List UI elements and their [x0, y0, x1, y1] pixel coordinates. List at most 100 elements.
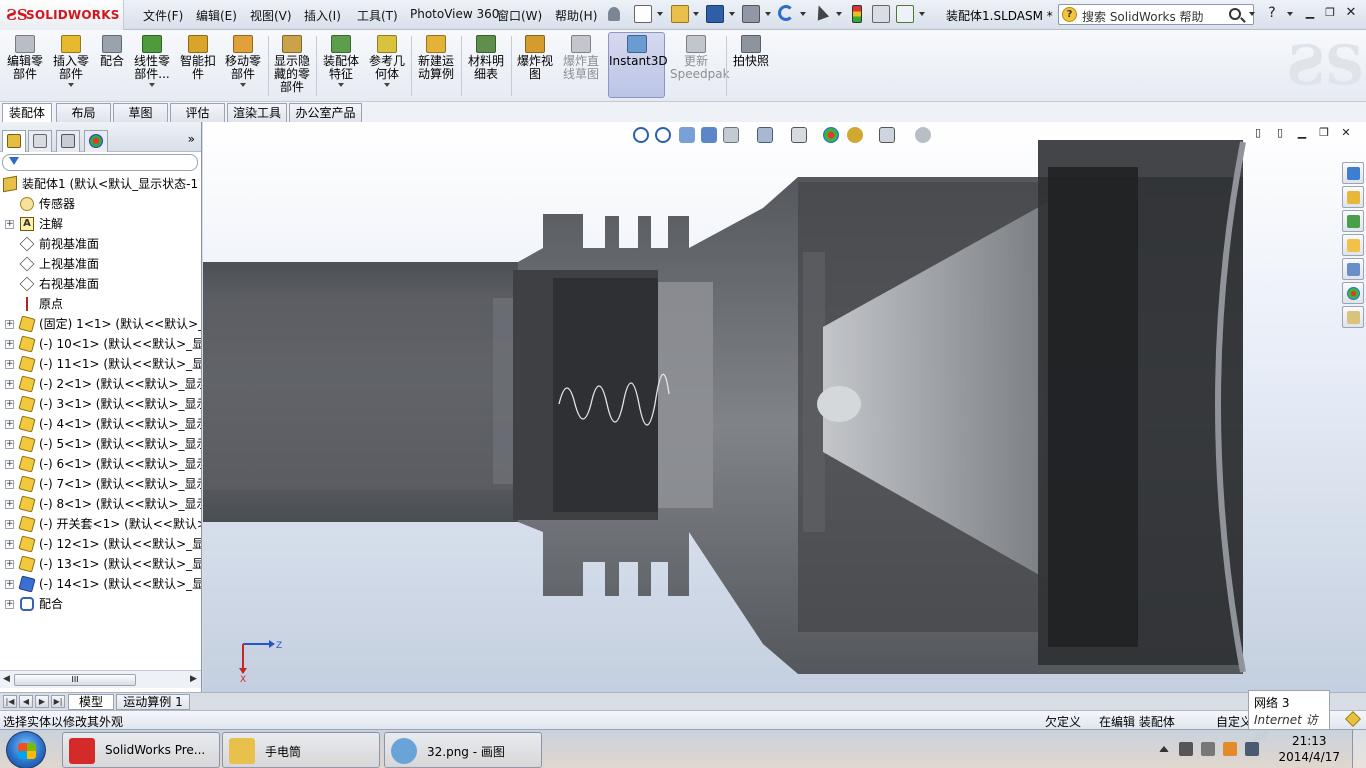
- tree-item[interactable]: + (-) 7<1> (默认<<默认>_显示: [0, 474, 201, 494]
- solidworks-logo[interactable]: ƧS SOLIDWORKS: [0, 0, 124, 30]
- clock[interactable]: 21:13 2014/4/17: [1278, 733, 1340, 765]
- scroll-right-icon[interactable]: ▶: [190, 674, 197, 684]
- tree-item[interactable]: + (-) 2<1> (默认<<默认>_显示: [0, 374, 201, 394]
- expand-icon[interactable]: +: [5, 460, 14, 469]
- tree-item[interactable]: + (-) 6<1> (默认<<默认>_显示: [0, 454, 201, 474]
- file-properties-icon[interactable]: [872, 5, 890, 23]
- select-dropdown-icon[interactable]: [836, 12, 842, 16]
- new-dropdown-icon[interactable]: [657, 12, 663, 16]
- expand-icon[interactable]: +: [5, 420, 14, 429]
- move-component-dropdown-icon[interactable]: [240, 83, 246, 87]
- zoom-to-area-icon[interactable]: [655, 127, 671, 143]
- menu-file[interactable]: 文件(F): [143, 7, 183, 24]
- expand-icon[interactable]: +: [5, 360, 14, 369]
- expand-icon[interactable]: +: [5, 400, 14, 409]
- menu-view[interactable]: 视图(V): [250, 7, 292, 24]
- tree-item[interactable]: + (-) 13<1> (默认<<默认>_显示: [0, 554, 201, 574]
- display-style-icon[interactable]: [791, 127, 807, 143]
- doc-restore-icon[interactable]: ❐: [1316, 126, 1332, 140]
- tree-item[interactable]: + (-) 11<1> (默认<<默认>_显示: [0, 354, 201, 374]
- new-document-icon[interactable]: [634, 5, 652, 23]
- undo-icon[interactable]: [778, 5, 794, 21]
- tab-model[interactable]: 模型: [68, 694, 114, 710]
- explode-line-sketch-button[interactable]: 爆炸直 线草图: [558, 33, 604, 81]
- options-dropdown-icon[interactable]: [919, 12, 925, 16]
- task-pane-design-library[interactable]: [1342, 210, 1364, 232]
- expand-icon[interactable]: +: [5, 340, 14, 349]
- tree-item[interactable]: + (-) 5<1> (默认<<默认>_显示: [0, 434, 201, 454]
- task-folder[interactable]: 手电筒: [222, 732, 380, 768]
- scroll-left-icon[interactable]: ◀: [3, 674, 10, 684]
- help-dropdown-icon[interactable]: [1287, 12, 1293, 16]
- tag-icon[interactable]: [1345, 711, 1361, 727]
- new-motion-study-button[interactable]: 新建运 动算例: [414, 33, 458, 81]
- task-pane-file-explorer[interactable]: [1342, 234, 1364, 256]
- tab-assembly[interactable]: 装配体: [2, 103, 52, 122]
- tree-item[interactable]: + (-) 10<1> (默认<<默认>_显示: [0, 334, 201, 354]
- open-dropdown-icon[interactable]: [693, 12, 699, 16]
- status-units[interactable]: 自定义: [1216, 713, 1252, 730]
- view-orientation-icon[interactable]: [757, 127, 773, 143]
- tree-item[interactable]: 上视基准面: [0, 254, 201, 274]
- tab-display-manager[interactable]: [84, 130, 108, 152]
- tree-item[interactable]: 右视基准面: [0, 274, 201, 294]
- tab-configuration-manager[interactable]: [56, 130, 80, 152]
- expand-icon[interactable]: +: [5, 220, 14, 229]
- select-cursor-icon[interactable]: [812, 3, 830, 21]
- smart-fasteners-button[interactable]: 智能扣 件: [178, 33, 218, 81]
- network-icon[interactable]: [1245, 742, 1259, 756]
- start-button[interactable]: [6, 731, 46, 768]
- volume-icon[interactable]: [1179, 742, 1193, 756]
- menu-edit[interactable]: 编辑(E): [196, 7, 237, 24]
- restore-icon[interactable]: ❐: [1322, 6, 1338, 20]
- linear-pattern-dropdown-icon[interactable]: [149, 83, 155, 87]
- doc-close-icon[interactable]: ✕: [1338, 126, 1354, 140]
- view-settings-icon[interactable]: [879, 127, 895, 143]
- tree-item[interactable]: + 配合: [0, 594, 201, 614]
- prev-tab-icon[interactable]: ◀: [19, 695, 33, 708]
- tab-render-tools[interactable]: 渲染工具: [227, 103, 287, 122]
- security-icon[interactable]: [1223, 742, 1237, 756]
- save-dropdown-icon[interactable]: [729, 12, 735, 16]
- tree-filter-input[interactable]: [2, 154, 198, 171]
- reference-geometry-dropdown-icon[interactable]: [384, 83, 390, 87]
- tree-item[interactable]: + (固定) 1<1> (默认<<默认>_显: [0, 314, 201, 334]
- tab-layout[interactable]: 布局: [56, 103, 111, 122]
- task-pane-custom-properties[interactable]: [1342, 306, 1364, 328]
- scroll-thumb[interactable]: III: [14, 674, 136, 686]
- graphics-area[interactable]: ▯ ▯ ▁ ❐ ✕ Z X: [203, 122, 1366, 692]
- show-hidden-components-button[interactable]: 显示隐 藏的零 部件: [271, 33, 313, 94]
- split-view-2-icon[interactable]: ▯: [1272, 126, 1288, 140]
- tab-property-manager[interactable]: [28, 130, 52, 152]
- task-pane-view-palette[interactable]: [1342, 258, 1364, 280]
- expand-icon[interactable]: +: [5, 560, 14, 569]
- tree-item[interactable]: + (-) 8<1> (默认<<默认>_显示: [0, 494, 201, 514]
- show-desktop-button[interactable]: [1352, 730, 1366, 768]
- task-pane-home[interactable]: [1342, 186, 1364, 208]
- rebuild-icon[interactable]: [852, 5, 862, 23]
- open-folder-icon[interactable]: [671, 5, 689, 23]
- dynamic-annotation-icon[interactable]: [723, 127, 739, 143]
- minimize-icon[interactable]: ▁: [1302, 6, 1318, 20]
- realview-icon[interactable]: [915, 127, 931, 143]
- expand-icon[interactable]: +: [5, 600, 14, 609]
- mate-button[interactable]: 配合: [96, 33, 128, 68]
- move-component-button[interactable]: 移动零 部件: [222, 33, 264, 87]
- first-tab-icon[interactable]: |◀: [3, 695, 17, 708]
- undo-dropdown-icon[interactable]: [800, 12, 806, 16]
- menu-insert[interactable]: 插入(I): [304, 7, 341, 24]
- tree-item[interactable]: + (-) 4<1> (默认<<默认>_显示: [0, 414, 201, 434]
- tree-item[interactable]: 前视基准面: [0, 234, 201, 254]
- expand-icon[interactable]: +: [5, 480, 14, 489]
- reference-geometry-button[interactable]: 参考几 何体: [366, 33, 408, 87]
- tab-sketch[interactable]: 草图: [113, 103, 168, 122]
- pin-icon[interactable]: [608, 7, 620, 21]
- search-dropdown-icon[interactable]: [1249, 12, 1255, 16]
- tab-feature-tree[interactable]: [2, 130, 26, 152]
- last-tab-icon[interactable]: ▶|: [51, 695, 65, 708]
- doc-minimize-icon[interactable]: ▁: [1294, 126, 1310, 140]
- tab-office-products[interactable]: 办公室产品: [289, 103, 362, 122]
- tree-item[interactable]: + (-) 12<1> (默认<<默认>_显示: [0, 534, 201, 554]
- tree-item[interactable]: 原点: [0, 294, 201, 314]
- expand-icon[interactable]: +: [5, 520, 14, 529]
